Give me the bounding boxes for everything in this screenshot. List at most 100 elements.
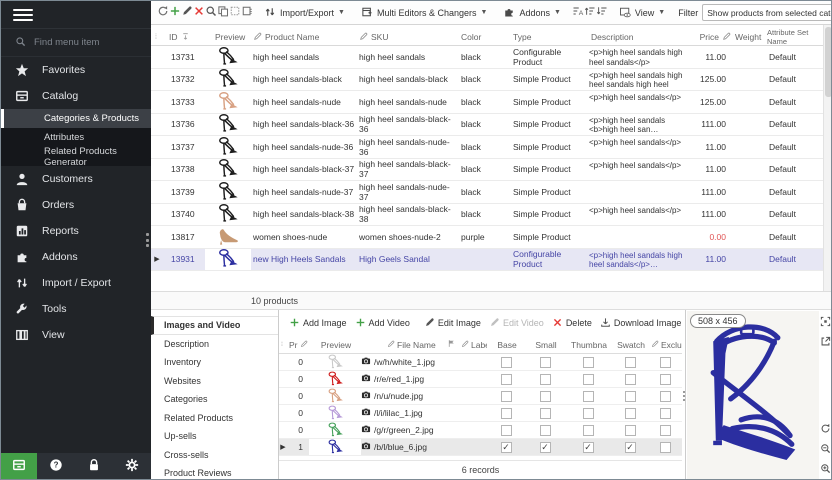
column-header-attribute-set-name[interactable]: Attribute Set Name	[765, 25, 821, 45]
column-header-sku[interactable]: SKU	[357, 25, 457, 45]
checkbox[interactable]	[625, 391, 636, 402]
checkbox[interactable]	[540, 408, 551, 419]
sidebar-item-catalog[interactable]: Catalog	[1, 83, 151, 109]
sort-az-button[interactable]: A	[572, 3, 584, 23]
product-row-13733[interactable]: 13733 high heel sandals-nudehigh heel sa…	[151, 91, 823, 114]
add-button[interactable]	[169, 3, 181, 23]
tab-product-reviews[interactable]: Product Reviews	[151, 464, 278, 480]
paste-button[interactable]	[241, 3, 253, 23]
column-header-color[interactable]: Color	[457, 25, 511, 45]
refresh-button[interactable]	[157, 3, 169, 23]
image-row-lilac_1.jpg[interactable]: 0 /l/i/lilac_1.jpg	[279, 405, 682, 422]
checkbox[interactable]	[660, 408, 671, 419]
import-export-menu[interactable]: Import/Export▼	[259, 6, 350, 20]
scrollbar-thumb[interactable]	[825, 27, 832, 97]
product-row-13736[interactable]: 13736 high heel sandals-black-36high hee…	[151, 114, 823, 137]
column-header-preview[interactable]: Preview	[309, 340, 361, 350]
image-row-nude.jpg[interactable]: 0 /n/u/nude.jpg	[279, 388, 682, 405]
filter-select[interactable]: Show products from selected categories▼	[702, 4, 832, 21]
checkbox[interactable]	[501, 391, 512, 402]
sidebar-item-favorites[interactable]: Favorites	[1, 57, 151, 83]
checkbox[interactable]	[540, 391, 551, 402]
product-row-13738[interactable]: 13738 high heel sandals-black-37high hee…	[151, 159, 823, 182]
sidebar-item-attributes[interactable]: Attributes	[1, 128, 151, 147]
catalog-mode-button[interactable]	[1, 453, 37, 480]
product-row-13931[interactable]: ▶13931 new High Heels SandalsHigh Geels …	[151, 249, 823, 272]
checkbox[interactable]	[625, 357, 636, 368]
image-row-white_1.jpg[interactable]: 0 /w/h/white_1.jpg	[279, 354, 682, 371]
column-header-preview[interactable]: Preview	[205, 25, 251, 45]
sort-down-button[interactable]	[596, 3, 608, 23]
edit-button[interactable]	[181, 3, 193, 23]
fit-screen-icon[interactable]	[819, 315, 832, 328]
product-row-13739[interactable]: 13739 high heel sandals-nude-37high heel…	[151, 181, 823, 204]
checkbox[interactable]	[583, 357, 594, 368]
edit-image-button[interactable]: Edit Image	[420, 317, 485, 330]
sidebar-item-customers[interactable]: Customers	[1, 166, 151, 192]
product-row-13817[interactable]: 13817women shoes-nudewomen shoes-nude-2p…	[151, 226, 823, 249]
sidebar-item-import-export[interactable]: Import / Export	[1, 270, 151, 296]
rotate-icon[interactable]	[819, 422, 832, 435]
add-video-button[interactable]: Add Video	[351, 317, 414, 330]
checkbox[interactable]	[625, 374, 636, 385]
splitter-grip[interactable]	[146, 233, 150, 247]
checkbox[interactable]	[540, 425, 551, 436]
vertical-scrollbar[interactable]	[823, 25, 832, 291]
product-row-13740[interactable]: 13740 high heel sandals-black-38high hee…	[151, 204, 823, 227]
checkbox[interactable]	[501, 357, 512, 368]
tab-cross-sells[interactable]: Cross-sells	[151, 446, 278, 465]
tab-description[interactable]: Description	[151, 335, 278, 354]
column-header-small[interactable]: Small	[525, 340, 565, 350]
column-header-product-name[interactable]: Product Name	[251, 25, 357, 45]
multi-editors-changers-menu[interactable]: Multi Editors & Changers▼	[356, 6, 492, 20]
image-row-blue_6.jpg[interactable]: ▶1 /b/l/blue_6.jpg✓✓✓✓	[279, 439, 682, 456]
sidebar-item-categories-products[interactable]: Categories & Products	[1, 109, 151, 128]
download-image-button[interactable]: Download Image	[596, 317, 686, 330]
sidebar-item-reports[interactable]: Reports	[1, 218, 151, 244]
delete-button[interactable]: Delete	[548, 317, 596, 330]
column-header-swatch[interactable]: Swatch	[611, 340, 649, 350]
help-button[interactable]: ?	[37, 458, 75, 477]
checkbox[interactable]	[501, 408, 512, 419]
sort-up-button[interactable]	[584, 3, 596, 23]
checkbox[interactable]	[660, 374, 671, 385]
product-row-13732[interactable]: 13732 high heel sandals-blackhigh heel s…	[151, 69, 823, 92]
delete-button[interactable]	[193, 3, 205, 23]
open-external-icon[interactable]	[819, 335, 832, 348]
checkbox[interactable]	[660, 391, 671, 402]
checkbox[interactable]: ✓	[540, 442, 551, 453]
sidebar-item-addons[interactable]: Addons	[1, 244, 151, 270]
checkbox[interactable]	[660, 442, 671, 453]
preview-button[interactable]	[205, 3, 217, 23]
zoom-out-icon[interactable]	[819, 442, 832, 455]
checkbox[interactable]	[660, 357, 671, 368]
lock-button[interactable]	[75, 458, 113, 477]
checkbox[interactable]	[583, 408, 594, 419]
tab-categories[interactable]: Categories	[151, 390, 278, 409]
checkbox[interactable]	[540, 357, 551, 368]
sidebar-item-related-products-generator[interactable]: Related Products Generator	[1, 147, 151, 166]
tab-images-and-video[interactable]: Images and Video	[151, 316, 278, 335]
image-row-red_1.jpg[interactable]: 0 /r/e/red_1.jpg	[279, 371, 682, 388]
sidebar-item-view[interactable]: View	[1, 322, 151, 348]
checkbox[interactable]	[501, 374, 512, 385]
checkbox[interactable]	[625, 408, 636, 419]
gear-button[interactable]	[113, 458, 151, 477]
select-button[interactable]	[229, 3, 241, 23]
column-header-thumbna[interactable]: Thumbna	[565, 340, 611, 350]
checkbox[interactable]	[583, 391, 594, 402]
view-menu[interactable]: View▼	[614, 6, 670, 20]
tab-websites[interactable]: Websites	[151, 372, 278, 391]
tab-inventory[interactable]: Inventory	[151, 353, 278, 372]
product-row-13731[interactable]: 13731 high heel sandalshigh heel sandals…	[151, 46, 823, 69]
tab-up-sells[interactable]: Up-sells	[151, 427, 278, 446]
column-header-file-name[interactable]: File Name	[361, 340, 445, 350]
zoom-in-icon[interactable]	[819, 462, 832, 475]
checkbox[interactable]: ✓	[625, 442, 636, 453]
sidebar-search[interactable]: Find menu item	[1, 29, 151, 57]
column-header-id[interactable]: ID	[163, 25, 205, 45]
column-header-weight[interactable]: Weight	[731, 25, 765, 45]
column-header-label[interactable]: Label	[459, 340, 487, 350]
column-header-base[interactable]: Base	[487, 340, 525, 350]
column-header-type[interactable]: Type	[511, 25, 587, 45]
